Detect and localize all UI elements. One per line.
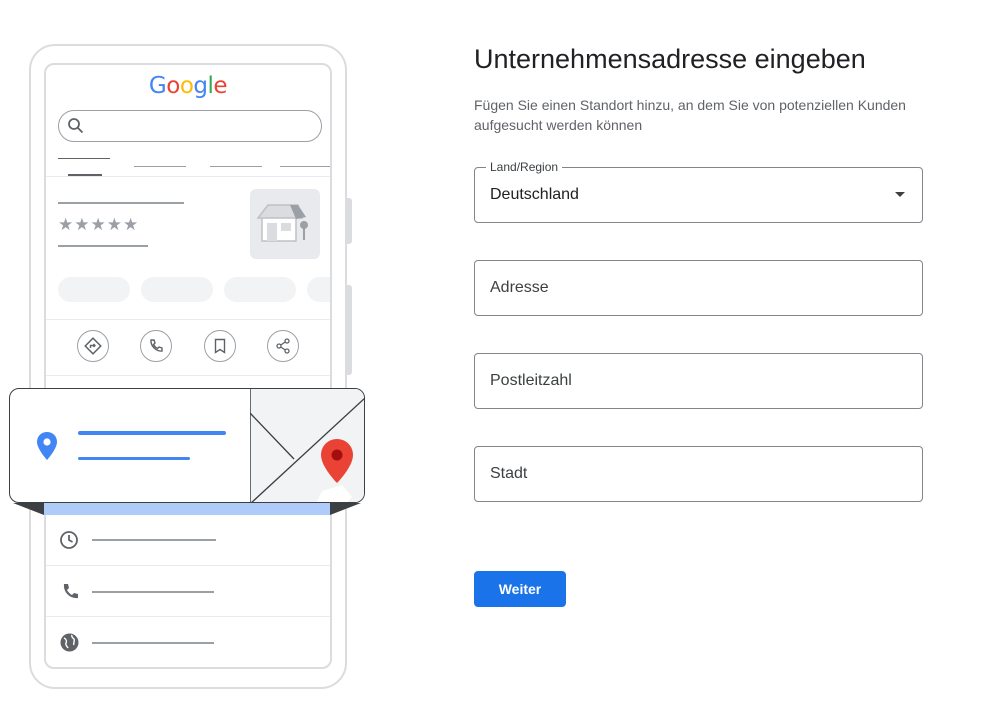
storefront-icon xyxy=(256,204,308,242)
clock-icon xyxy=(60,531,78,549)
location-card xyxy=(9,388,365,503)
chip-placeholder xyxy=(58,277,130,302)
city-field[interactable]: Stadt xyxy=(474,446,923,502)
directions-icon xyxy=(77,330,109,362)
country-region-value: Deutschland xyxy=(490,186,579,203)
divider xyxy=(46,565,330,566)
search-bar-illustration xyxy=(58,110,322,142)
address-field[interactable]: Adresse xyxy=(474,260,923,316)
rating-stars: ★★★★★ xyxy=(58,215,140,235)
business-profile-illustration: Google ★★★★★ xyxy=(0,0,380,705)
text-placeholder xyxy=(92,642,214,644)
tab-placeholder xyxy=(210,166,262,167)
page-title: Unternehmensadresse eingeben xyxy=(474,44,866,74)
map-thumbnail xyxy=(250,389,364,502)
chip-placeholder xyxy=(307,277,330,302)
chip-placeholder xyxy=(224,277,296,302)
tab-placeholder xyxy=(280,166,330,167)
country-region-label: Land/Region xyxy=(486,160,563,174)
divider xyxy=(46,176,330,177)
search-icon xyxy=(68,118,84,134)
text-placeholder xyxy=(58,202,184,204)
phone-screen: Google ★★★★★ xyxy=(44,63,332,669)
postal-code-placeholder: Postleitzahl xyxy=(490,372,572,389)
dropdown-arrow-icon[interactable] xyxy=(895,192,905,197)
phone-side-button xyxy=(346,198,352,244)
divider xyxy=(46,616,330,617)
divider xyxy=(46,319,330,320)
google-logo: Google xyxy=(148,73,228,99)
pin-icon xyxy=(37,432,57,460)
chip-placeholder xyxy=(141,277,213,302)
phone-icon xyxy=(63,584,78,599)
phone-icon xyxy=(140,330,172,362)
address-line-placeholder xyxy=(78,457,190,460)
address-placeholder: Adresse xyxy=(490,279,549,296)
share-icon xyxy=(267,330,299,362)
card-fold xyxy=(13,503,44,515)
card-fold xyxy=(330,503,361,515)
storefront-thumbnail xyxy=(250,189,320,259)
globe-icon xyxy=(60,633,79,652)
bookmark-icon xyxy=(204,330,236,362)
address-line-placeholder xyxy=(78,431,226,435)
card-highlight-band xyxy=(44,503,330,515)
divider xyxy=(46,375,330,376)
tab-placeholder xyxy=(134,166,186,167)
phone-side-button xyxy=(346,285,352,375)
tab-indicator xyxy=(58,158,110,159)
text-placeholder xyxy=(92,591,214,593)
page-subtitle: Fügen Sie einen Standort hinzu, an dem S… xyxy=(474,97,906,133)
country-region-select[interactable]: Land/Region Deutschland xyxy=(474,160,923,223)
city-placeholder: Stadt xyxy=(490,465,528,482)
next-button[interactable]: Weiter xyxy=(474,571,566,607)
text-placeholder xyxy=(58,245,148,247)
postal-code-field[interactable]: Postleitzahl xyxy=(474,353,923,409)
text-placeholder xyxy=(92,539,216,541)
